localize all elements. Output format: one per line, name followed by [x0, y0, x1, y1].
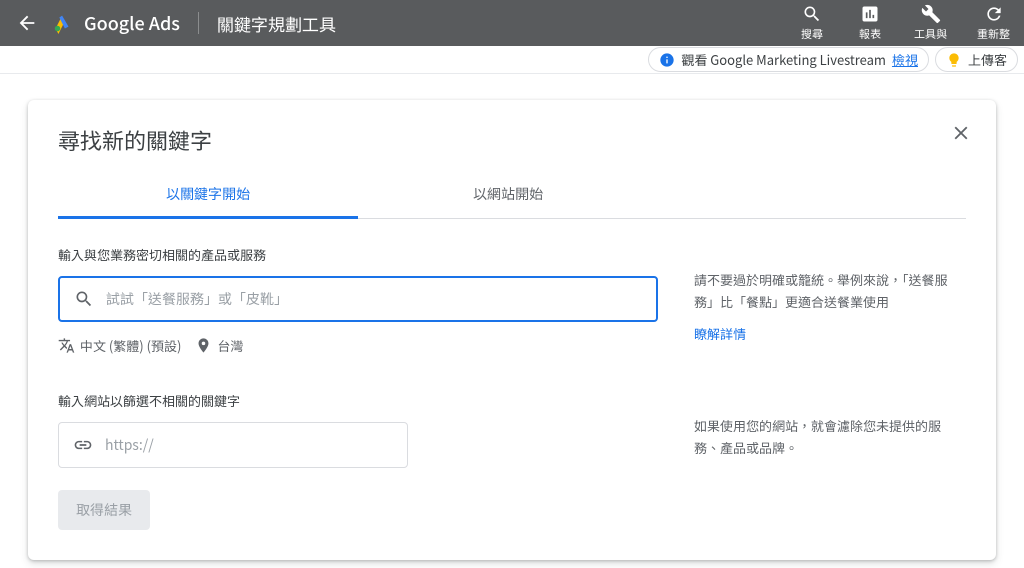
- keywords-label: 輸入與您業務密切相關的產品或服務: [58, 245, 658, 264]
- url-input-wrap[interactable]: [58, 422, 408, 468]
- get-results-button[interactable]: 取得結果: [58, 490, 150, 530]
- keyword-input-wrap[interactable]: [58, 276, 658, 322]
- notification-bar: 觀看 Google Marketing Livestream 檢視 上傳客: [0, 46, 1024, 74]
- notification-link[interactable]: 檢視: [892, 50, 918, 69]
- website-help-text: 如果使用您的網站，就會濾除您未提供的服務、產品或品牌。: [694, 415, 966, 459]
- location-chip-label: 台灣: [217, 336, 243, 355]
- info-icon: [659, 52, 675, 68]
- url-input[interactable]: [105, 435, 393, 455]
- nav-refresh[interactable]: 重新整: [977, 4, 1010, 42]
- keywords-help-text: 請不要過於明確或籠統。舉例來說，「送餐服務」比「餐點」更適合送餐業使用: [694, 269, 966, 313]
- nav-refresh-label: 重新整: [977, 26, 1010, 42]
- keyword-input[interactable]: [106, 289, 642, 309]
- back-button[interactable]: [14, 12, 40, 34]
- lightbulb-icon: [946, 52, 962, 68]
- tab-keywords[interactable]: 以關鍵字開始: [58, 174, 358, 219]
- nav-search[interactable]: 搜尋: [798, 4, 826, 42]
- close-button[interactable]: [950, 122, 972, 149]
- notification-text: 觀看 Google Marketing Livestream: [681, 50, 886, 69]
- language-chip-label: 中文 (繁體) (預設): [80, 336, 181, 355]
- learn-more-link[interactable]: 瞭解詳情: [694, 323, 966, 345]
- location-icon: [195, 337, 212, 354]
- nav-tools[interactable]: 工具與: [914, 4, 947, 42]
- nav-search-label: 搜尋: [801, 26, 823, 42]
- link-icon: [73, 435, 93, 455]
- website-label: 輸入網站以篩選不相關的關鍵字: [58, 391, 658, 410]
- divider: [198, 12, 199, 34]
- nav-tools-label: 工具與: [914, 26, 947, 42]
- brand-name: Google Ads: [84, 10, 180, 36]
- language-chip[interactable]: 中文 (繁體) (預設): [58, 336, 181, 355]
- page-title: 關鍵字規劃工具: [217, 11, 336, 36]
- nav-reports-label: 報表: [859, 26, 881, 42]
- card-title: 尋找新的關鍵字: [58, 124, 966, 156]
- location-chip[interactable]: 台灣: [195, 336, 243, 355]
- upload-text: 上傳客: [968, 50, 1007, 69]
- nav-reports[interactable]: 報表: [856, 4, 884, 42]
- tab-website[interactable]: 以網站開始: [358, 174, 658, 218]
- search-icon: [74, 289, 94, 309]
- google-ads-logo-icon: [52, 12, 74, 34]
- translate-icon: [58, 337, 75, 354]
